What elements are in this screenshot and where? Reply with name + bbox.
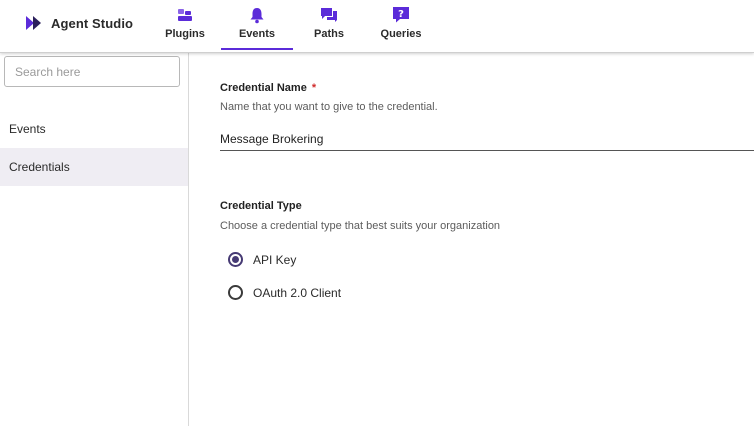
sidebar: Events Credentials bbox=[0, 53, 189, 426]
radio-label-api-key: API Key bbox=[253, 252, 297, 267]
credential-name-label: Credential Name * bbox=[220, 82, 317, 94]
radio-dot bbox=[232, 256, 239, 263]
tab-plugins[interactable]: Plugins bbox=[165, 0, 205, 50]
tab-plugins-label: Plugins bbox=[165, 28, 205, 40]
sidebar-item-credentials[interactable]: Credentials bbox=[0, 148, 188, 186]
app-title: Agent Studio bbox=[51, 15, 134, 31]
brand[interactable]: Agent Studio bbox=[25, 15, 133, 31]
double-chevron-play-icon bbox=[26, 16, 41, 30]
credential-type-label: Credential Type bbox=[220, 200, 302, 212]
bell-icon bbox=[250, 8, 264, 24]
credential-name-input[interactable] bbox=[220, 128, 754, 151]
required-marker: * bbox=[311, 82, 317, 94]
top-navigation-bar: Agent Studio Plugins Events Paths ? Quer… bbox=[0, 0, 754, 53]
radio-option-api-key[interactable]: API Key bbox=[228, 252, 296, 267]
radio-button-unchecked[interactable] bbox=[228, 285, 243, 300]
tab-events[interactable]: Events bbox=[221, 0, 293, 50]
tab-queries-label: Queries bbox=[380, 28, 422, 40]
tab-paths[interactable]: Paths bbox=[311, 0, 347, 50]
credential-type-help: Choose a credential type that best suits… bbox=[220, 220, 501, 232]
sidebar-item-label: Credentials bbox=[9, 160, 70, 174]
question-bubble-icon: ? bbox=[393, 7, 409, 23]
search-input[interactable] bbox=[4, 56, 180, 87]
radio-option-oauth-client[interactable]: OAuth 2.0 Client bbox=[228, 285, 341, 300]
sidebar-item-events[interactable]: Events bbox=[0, 110, 188, 148]
radio-button-checked[interactable] bbox=[228, 252, 243, 267]
tab-events-label: Events bbox=[238, 28, 276, 40]
svg-text:?: ? bbox=[398, 9, 404, 20]
radio-label-oauth-client: OAuth 2.0 Client bbox=[253, 285, 342, 300]
tab-queries[interactable]: ? Queries bbox=[380, 0, 422, 50]
plugin-blocks-icon bbox=[178, 9, 192, 21]
chat-bubbles-icon bbox=[321, 8, 337, 22]
sidebar-item-label: Events bbox=[9, 122, 46, 136]
credential-form: Credential Name * Name that you want to g… bbox=[220, 53, 754, 426]
credential-name-help: Name that you want to give to the creden… bbox=[220, 101, 438, 113]
tab-paths-label: Paths bbox=[314, 28, 344, 40]
